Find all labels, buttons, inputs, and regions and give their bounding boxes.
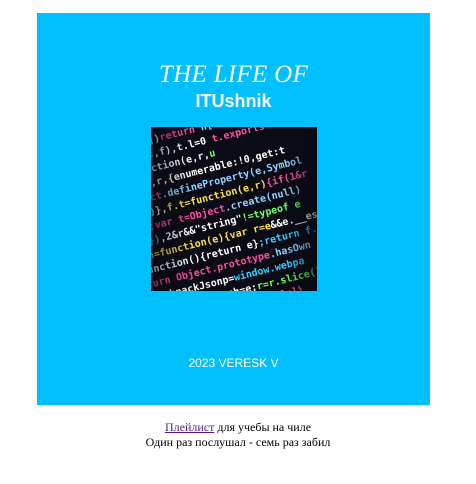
code-screenshot-image: ap(n[r])return n[r].exports exports,f),t…	[151, 127, 317, 291]
cover-credit: 2023 VERESK V	[188, 356, 279, 370]
caption-line-1-text: для учебы на чиле	[214, 420, 312, 434]
cover-title-bottom: ITUshnik	[195, 91, 272, 111]
caption-line-1: Плейлист для учебы на чиле	[0, 420, 476, 435]
caption-line-2: Один раз послушал - семь раз забил	[145, 435, 331, 449]
playlist-link[interactable]: Плейлист	[165, 420, 214, 434]
album-cover: THE LIFE OF ITUshnik ap(n[r])return n[r]…	[37, 13, 430, 405]
cover-title-top: THE LIFE OF	[158, 61, 309, 88]
